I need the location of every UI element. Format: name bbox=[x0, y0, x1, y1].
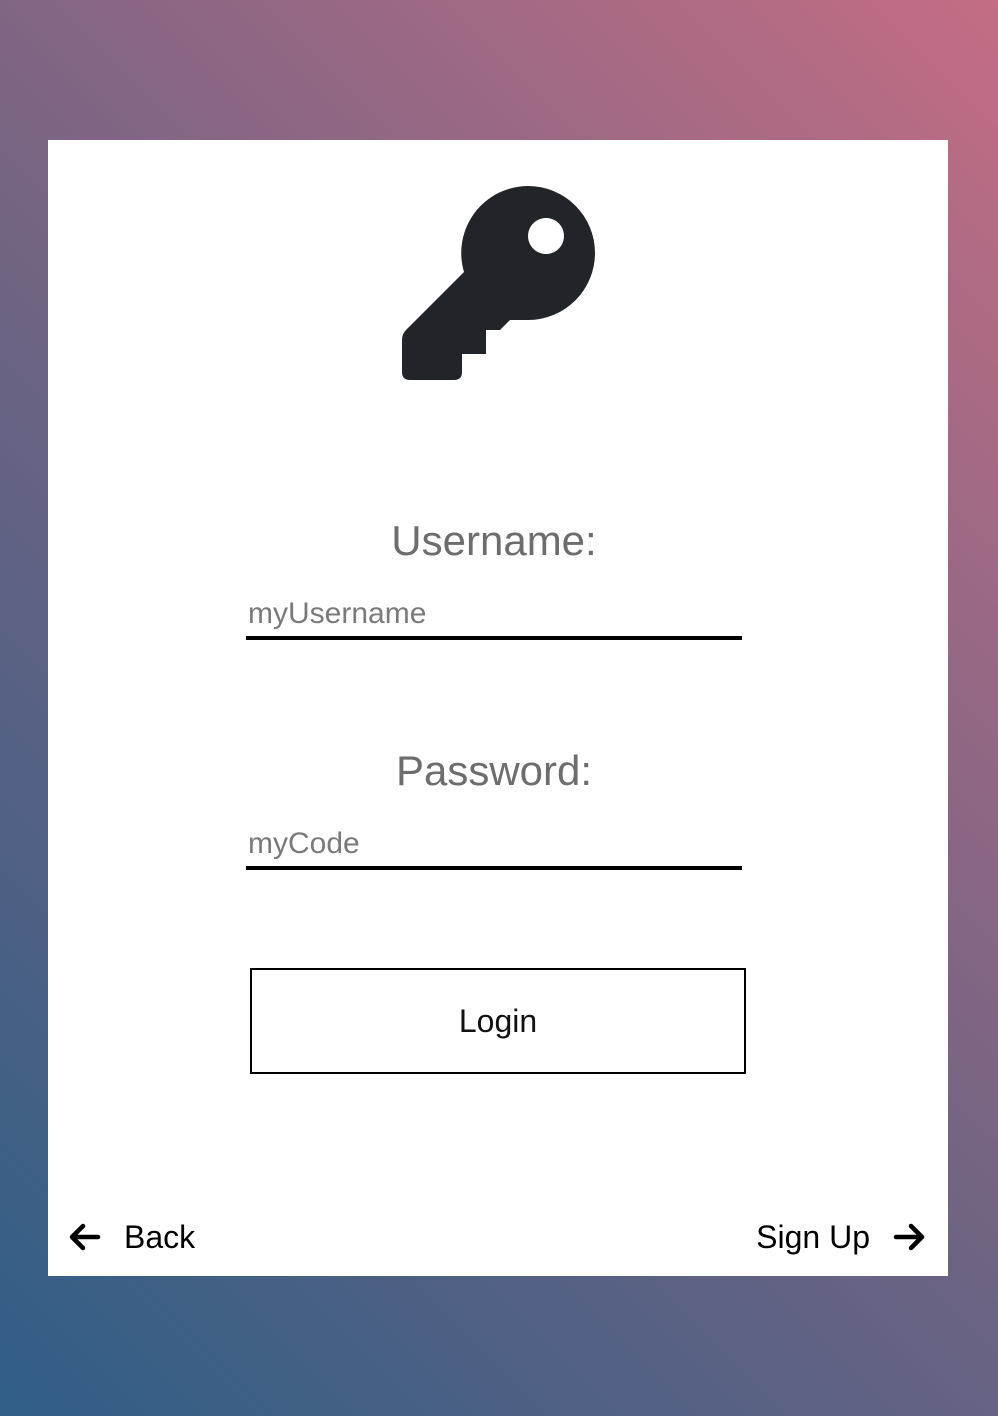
username-label: Username: bbox=[391, 517, 597, 564]
arrow-left-icon bbox=[68, 1220, 102, 1254]
key-icon bbox=[400, 186, 596, 382]
login-button[interactable]: Login bbox=[250, 968, 746, 1074]
password-input[interactable] bbox=[246, 822, 742, 870]
sign-up-label: Sign Up bbox=[756, 1218, 870, 1255]
back-link[interactable]: Back bbox=[68, 1214, 195, 1260]
username-input[interactable] bbox=[246, 592, 742, 640]
password-label: Password: bbox=[395, 747, 593, 794]
sign-up-link[interactable]: Sign Up bbox=[756, 1214, 926, 1260]
arrow-right-icon bbox=[892, 1220, 926, 1254]
back-label: Back bbox=[124, 1218, 196, 1255]
